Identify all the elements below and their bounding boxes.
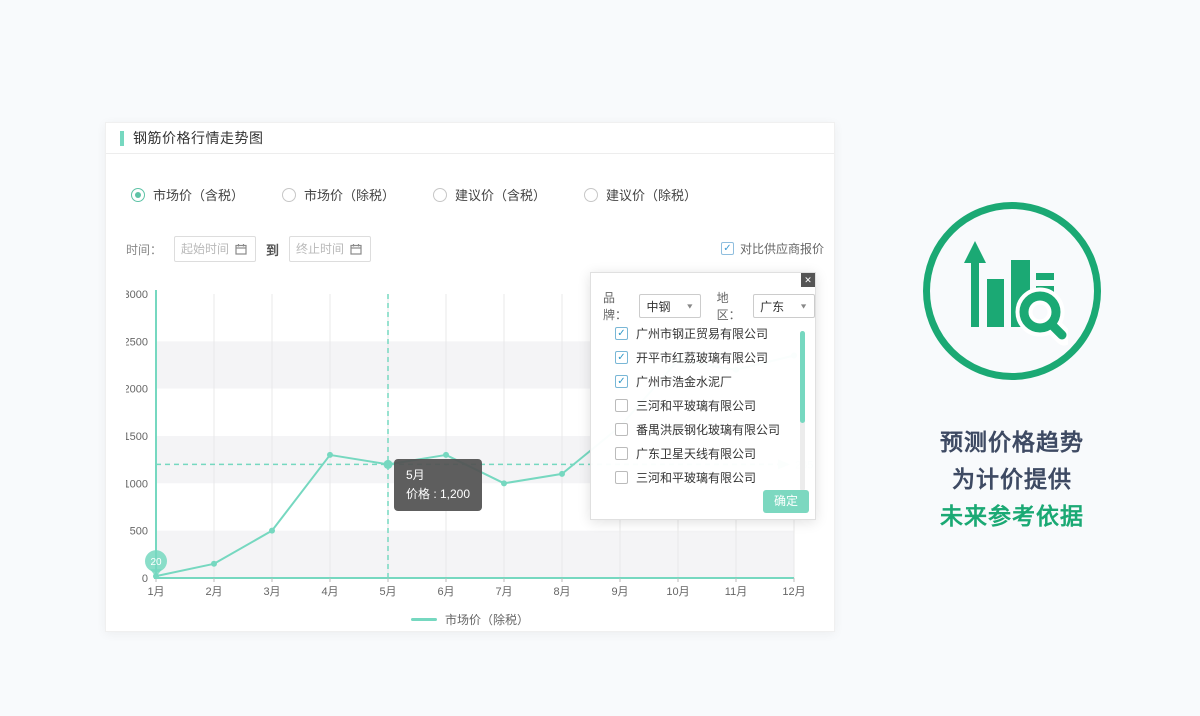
analysis-badge: [923, 202, 1101, 380]
company-name: 广州市浩金水泥厂: [636, 373, 732, 390]
radio-market-price-taxed[interactable]: 市场价（含税）: [131, 185, 244, 204]
company-checkbox[interactable]: [615, 447, 628, 460]
company-name: 三河和平玻璃有限公司: [636, 469, 756, 486]
company-name: 广州市钢正贸易有限公司: [636, 325, 768, 342]
radio-circle[interactable]: [131, 188, 145, 202]
radio-suggested-price-taxed[interactable]: 建议价（含税）: [433, 185, 546, 204]
company-row[interactable]: 三河和平玻璃有限公司: [615, 393, 795, 417]
company-checkbox[interactable]: [615, 471, 628, 484]
slogan-line-1: 预测价格趋势: [898, 424, 1126, 461]
radio-circle[interactable]: [433, 188, 447, 202]
svg-text:2000: 2000: [126, 384, 148, 396]
svg-text:3000: 3000: [126, 289, 148, 301]
compare-supplier-checkbox[interactable]: ✓ 对比供应商报价: [721, 240, 824, 257]
card-header: 钢筋价格行情走势图: [106, 123, 834, 154]
company-name: 番禺洪辰钢化玻璃有限公司: [636, 421, 780, 438]
radio-suggested-price-untaxed[interactable]: 建议价（除税）: [584, 185, 697, 204]
svg-text:1月: 1月: [147, 586, 164, 598]
svg-text:10月: 10月: [666, 586, 689, 598]
company-checkbox[interactable]: [615, 399, 628, 412]
company-row[interactable]: 三河和平玻璃有限公司: [615, 465, 795, 489]
time-filter-row: 时间： 到: [126, 236, 375, 262]
company-name: 三河和平玻璃有限公司: [636, 397, 756, 414]
compare-checkbox-box[interactable]: ✓: [721, 242, 734, 255]
svg-text:12月: 12月: [782, 586, 805, 598]
scrollbar-thumb[interactable]: [800, 331, 805, 423]
svg-text:1000: 1000: [126, 478, 148, 490]
supplier-filter-panel: ✕ 品牌： 中钢 ▼ 地区： 广东 ▼ ✓ 广州市钢正贸易有限公司 ✓ 开平市红荔玻璃…: [590, 272, 816, 520]
page-title: 钢筋价格行情走势图: [133, 128, 264, 148]
calendar-icon[interactable]: [350, 243, 362, 255]
svg-text:1500: 1500: [126, 431, 148, 443]
compare-checkbox-label: 对比供应商报价: [740, 240, 824, 257]
chevron-down-icon: ▼: [799, 302, 808, 310]
legend-label: 市场价（除税）: [445, 611, 529, 628]
start-date-field[interactable]: [174, 236, 256, 262]
company-name: 广东卫星天线有限公司: [636, 445, 756, 462]
chevron-down-icon: ▼: [685, 302, 694, 310]
radio-label: 建议价（含税）: [455, 185, 546, 204]
svg-text:9月: 9月: [611, 586, 628, 598]
company-checkbox[interactable]: ✓: [615, 351, 628, 364]
close-icon[interactable]: ✕: [801, 273, 815, 287]
svg-text:5月: 5月: [379, 586, 396, 598]
svg-text:4月: 4月: [321, 586, 338, 598]
svg-text:7月: 7月: [495, 586, 512, 598]
company-row[interactable]: 广东卫星天线有限公司: [615, 441, 795, 465]
radio-circle[interactable]: [282, 188, 296, 202]
company-checkbox[interactable]: ✓: [615, 327, 628, 340]
radio-label: 市场价（除税）: [304, 185, 395, 204]
region-select[interactable]: 广东 ▼: [753, 294, 815, 318]
time-label: 时间：: [126, 241, 162, 258]
slogan-line-2: 为计价提供: [898, 461, 1126, 498]
svg-text:11月: 11月: [725, 586, 747, 598]
region-select-value: 广东: [760, 298, 784, 315]
chart-legend[interactable]: 市场价（除税）: [106, 611, 834, 628]
brand-select[interactable]: 中钢 ▼: [639, 294, 701, 318]
svg-text:2月: 2月: [205, 586, 222, 598]
radio-label: 建议价（除税）: [606, 185, 697, 204]
calendar-icon[interactable]: [235, 243, 247, 255]
company-name: 开平市红荔玻璃有限公司: [636, 349, 768, 366]
svg-text:2500: 2500: [126, 336, 148, 348]
region-label: 地区：: [717, 289, 751, 323]
svg-text:6月: 6月: [437, 586, 454, 598]
svg-text:500: 500: [130, 526, 148, 538]
company-checkbox[interactable]: [615, 423, 628, 436]
company-row[interactable]: ✓ 开平市红荔玻璃有限公司: [615, 345, 795, 369]
end-date-input[interactable]: [296, 242, 350, 256]
start-date-input[interactable]: [181, 242, 235, 256]
svg-text:8月: 8月: [553, 586, 570, 598]
bar-chart-magnifier-icon: [956, 235, 1068, 347]
scrollbar-track[interactable]: [800, 331, 805, 491]
legend-line-icon: [411, 618, 437, 621]
svg-text:0: 0: [142, 573, 148, 585]
end-date-field[interactable]: [289, 236, 371, 262]
brand-select-value: 中钢: [646, 298, 670, 315]
svg-text:20: 20: [150, 557, 162, 568]
radio-circle[interactable]: [584, 188, 598, 202]
company-checkbox[interactable]: ✓: [615, 375, 628, 388]
slogan-text: 预测价格趋势 为计价提供 未来参考依据: [898, 424, 1126, 535]
brand-label: 品牌：: [603, 289, 637, 323]
radio-market-price-untaxed[interactable]: 市场价（除税）: [282, 185, 395, 204]
company-row[interactable]: ✓ 广州市钢正贸易有限公司: [615, 321, 795, 345]
radio-label: 市场价（含税）: [153, 185, 244, 204]
title-accent-bar: [120, 131, 124, 146]
company-list: ✓ 广州市钢正贸易有限公司 ✓ 开平市红荔玻璃有限公司 ✓ 广州市浩金水泥厂三河和平玻璃有…: [615, 321, 795, 489]
price-type-radio-group: 市场价（含税） 市场价（除税） 建议价（含税） 建议价（除税）: [131, 185, 697, 204]
to-label: 到: [266, 240, 279, 259]
panel-header: 品牌： 中钢 ▼ 地区： 广东 ▼: [591, 273, 815, 323]
confirm-button[interactable]: 确定: [763, 490, 809, 513]
company-row[interactable]: ✓ 广州市浩金水泥厂: [615, 369, 795, 393]
company-row[interactable]: 番禺洪辰钢化玻璃有限公司: [615, 417, 795, 441]
slogan-line-3: 未来参考依据: [898, 498, 1126, 535]
svg-text:3月: 3月: [263, 586, 280, 598]
